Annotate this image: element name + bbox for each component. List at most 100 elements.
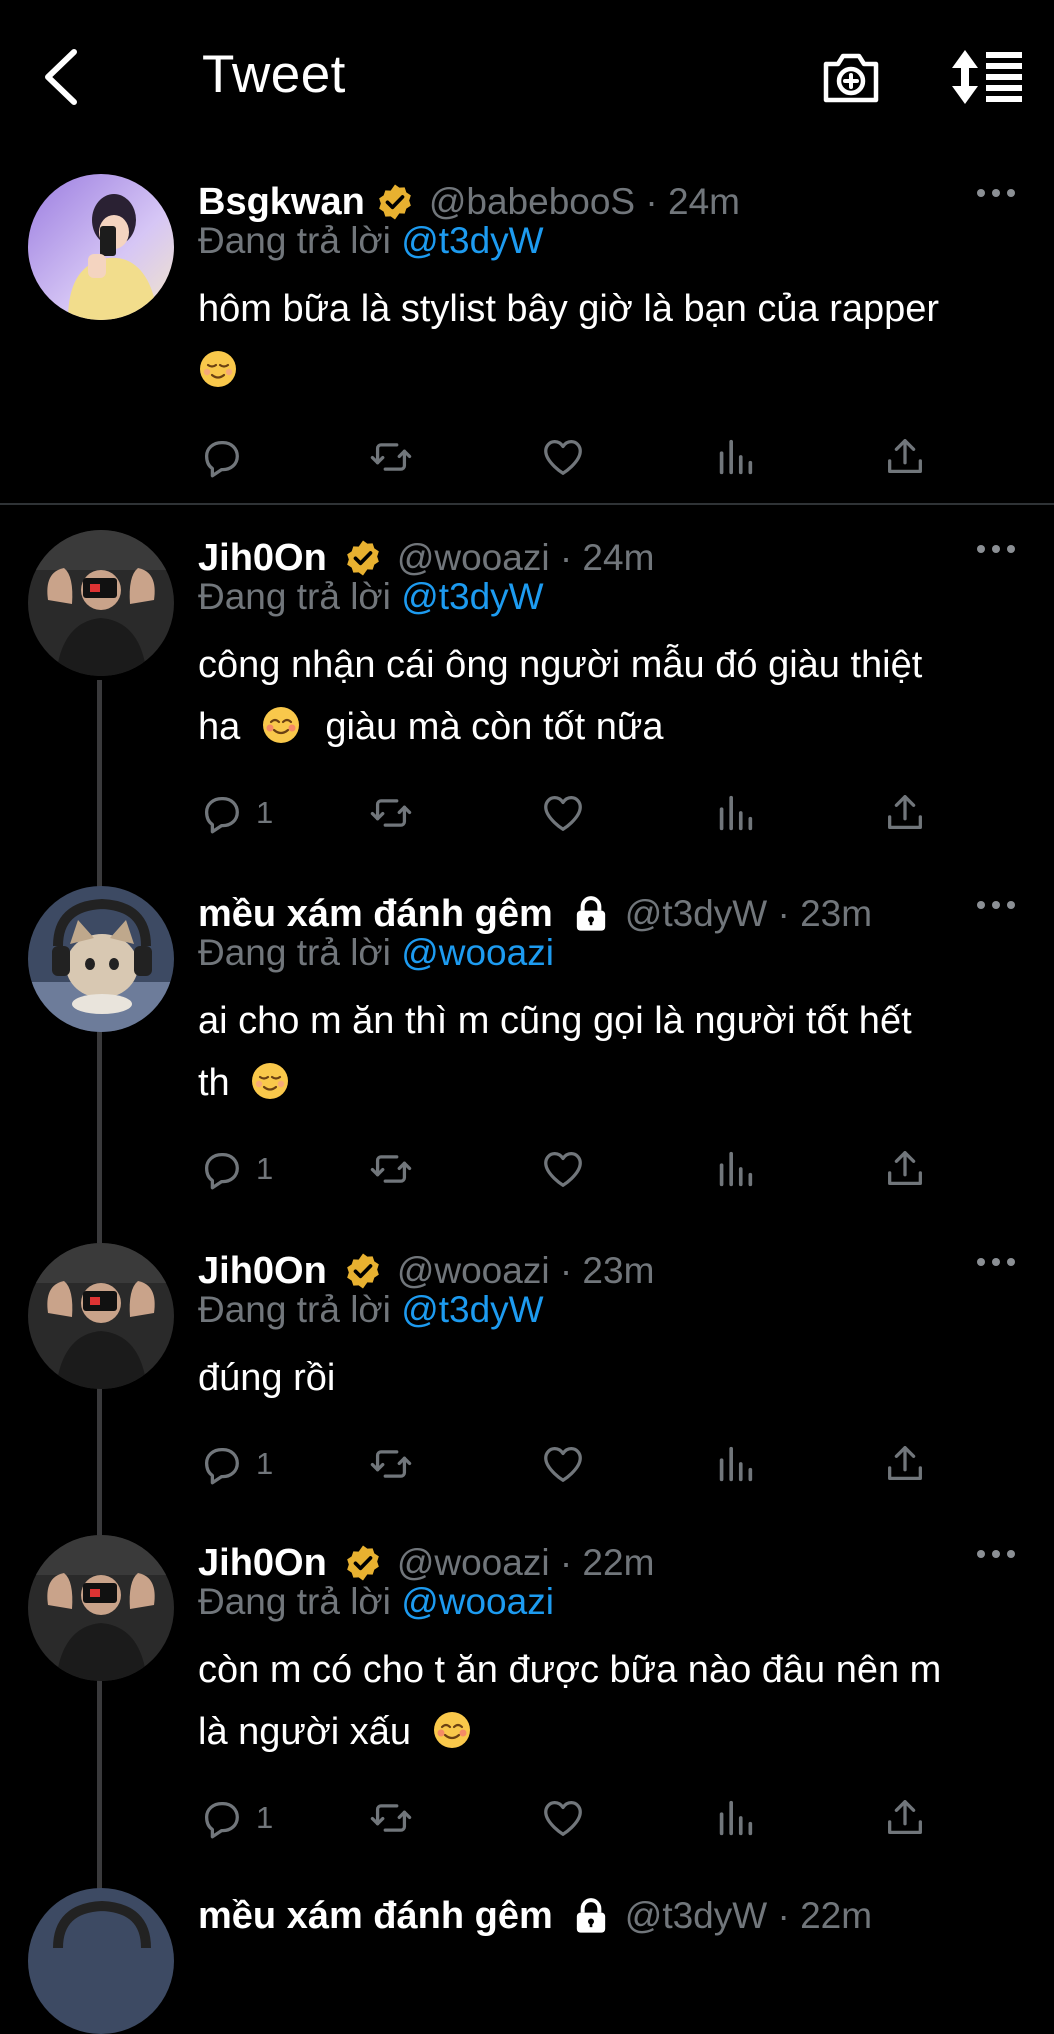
replying-to-label: Đang trả lời <box>198 932 391 973</box>
like-button[interactable] <box>540 1144 586 1194</box>
like-button[interactable] <box>540 432 586 482</box>
tweet-text-line: công nhận cái ông người mẫu đó giàu thiệ… <box>198 644 923 686</box>
more-options-icon[interactable] <box>976 1547 1016 1561</box>
views-button[interactable] <box>712 1439 758 1489</box>
tweet-text: hôm bữa là stylist bây giờ là bạn của ra… <box>198 278 1018 402</box>
more-options-icon[interactable] <box>976 542 1016 556</box>
avatar[interactable] <box>28 886 174 1032</box>
reply-button[interactable]: 1 <box>198 1439 273 1489</box>
display-name[interactable]: mều xám đánh gêm <box>198 893 553 936</box>
smiling-face-emoji-icon <box>432 1710 472 1750</box>
stats-icon <box>712 434 758 480</box>
tweet-actions: 1 <box>198 788 958 838</box>
avatar[interactable] <box>28 174 174 320</box>
reply-button[interactable]: 1 <box>198 788 273 838</box>
replying-to-label: Đang trả lời <box>198 220 391 261</box>
tweet-text-line: còn m có cho t ăn được bữa nào đâu nên m <box>198 1649 942 1691</box>
like-button[interactable] <box>540 1439 586 1489</box>
tweet-text: ai cho m ăn thì m cũng gọi là người tốt … <box>198 990 1018 1114</box>
share-button[interactable] <box>882 1439 928 1489</box>
stats-icon <box>712 1146 758 1192</box>
relieved-face-emoji-icon <box>198 349 238 389</box>
stats-icon <box>712 1441 758 1487</box>
replying-to-link[interactable]: @t3dyW <box>401 220 543 261</box>
verified-badge-icon <box>343 1543 383 1583</box>
display-name[interactable]: Jih0On <box>198 537 327 580</box>
share-icon <box>882 1146 928 1192</box>
verified-badge-icon <box>375 182 415 222</box>
reply-count: 1 <box>256 1446 274 1481</box>
share-button[interactable] <box>882 788 928 838</box>
views-button[interactable] <box>712 432 758 482</box>
views-button[interactable] <box>712 1144 758 1194</box>
tweet-text-line: đúng rồi <box>198 1357 336 1399</box>
reply-icon <box>198 790 244 836</box>
tweet-actions <box>198 432 958 482</box>
tweet-actions: 1 <box>198 1793 958 1843</box>
share-button[interactable] <box>882 1144 928 1194</box>
more-options-icon[interactable] <box>976 1255 1016 1269</box>
tweet-header: mều xám đánh gêm @t3dyW · 22m <box>198 1888 964 1944</box>
tweet-text-line: ha <box>198 706 241 748</box>
display-name[interactable]: mều xám đánh gêm <box>198 1895 553 1938</box>
avatar[interactable] <box>28 1888 174 2034</box>
tweet-text-line: th <box>198 1062 230 1104</box>
views-button[interactable] <box>712 1793 758 1843</box>
replying-to-label: Đang trả lời <box>198 1581 391 1622</box>
camera-plus-icon[interactable] <box>820 48 882 108</box>
handle-and-time: @wooazi · 23m <box>396 1250 655 1291</box>
retweet-button[interactable] <box>368 788 414 838</box>
share-button[interactable] <box>882 432 928 482</box>
replying-to: Đang trả lời @wooazi <box>198 1581 554 1623</box>
tweet-text-line: giàu mà còn tốt nữa <box>325 706 664 748</box>
replying-to-link[interactable]: @wooazi <box>401 932 554 973</box>
handle-and-time: @t3dyW · 22m <box>624 1895 873 1936</box>
retweet-icon <box>368 1795 414 1841</box>
replying-to-label: Đang trả lời <box>198 576 391 617</box>
share-icon <box>882 790 928 836</box>
chevron-left-icon[interactable] <box>38 46 88 108</box>
display-name[interactable]: Jih0On <box>198 1542 327 1585</box>
page-title: Tweet <box>202 45 346 104</box>
retweet-icon <box>368 434 414 480</box>
retweet-button[interactable] <box>368 432 414 482</box>
more-options-icon[interactable] <box>976 186 1016 200</box>
more-options-icon[interactable] <box>976 898 1016 912</box>
verified-badge-icon <box>343 1251 383 1291</box>
heart-icon <box>540 790 586 836</box>
reply-button[interactable] <box>198 432 256 482</box>
retweet-icon <box>368 1441 414 1487</box>
views-button[interactable] <box>712 788 758 838</box>
share-icon <box>882 434 928 480</box>
retweet-button[interactable] <box>368 1439 414 1489</box>
replying-to-link[interactable]: @t3dyW <box>401 1289 543 1330</box>
stats-icon <box>712 790 758 836</box>
sort-list-icon[interactable] <box>950 48 1024 106</box>
tweet-text: còn m có cho t ăn được bữa nào đâu nên m… <box>198 1639 1018 1763</box>
retweet-icon <box>368 1146 414 1192</box>
share-button[interactable] <box>882 1793 928 1843</box>
retweet-icon <box>368 790 414 836</box>
avatar[interactable] <box>28 530 174 676</box>
reply-button[interactable]: 1 <box>198 1144 273 1194</box>
reply-button[interactable]: 1 <box>198 1793 273 1843</box>
retweet-button[interactable] <box>368 1793 414 1843</box>
heart-icon <box>540 434 586 480</box>
share-icon <box>882 1441 928 1487</box>
stats-icon <box>712 1795 758 1841</box>
retweet-button[interactable] <box>368 1144 414 1194</box>
verified-badge-icon <box>343 538 383 578</box>
heart-icon <box>540 1795 586 1841</box>
replying-to: Đang trả lời @t3dyW <box>198 220 544 262</box>
like-button[interactable] <box>540 1793 586 1843</box>
avatar[interactable] <box>28 1535 174 1681</box>
replying-to-link[interactable]: @t3dyW <box>401 576 543 617</box>
display-name[interactable]: Bsgkwan <box>198 181 365 224</box>
replying-to: Đang trả lời @wooazi <box>198 932 554 974</box>
replying-to-link[interactable]: @wooazi <box>401 1581 554 1622</box>
lock-icon <box>571 1896 611 1936</box>
avatar[interactable] <box>28 1243 174 1389</box>
display-name[interactable]: Jih0On <box>198 1250 327 1293</box>
tweet-text-line: ai cho m ăn thì m cũng gọi là người tốt … <box>198 1000 912 1042</box>
like-button[interactable] <box>540 788 586 838</box>
